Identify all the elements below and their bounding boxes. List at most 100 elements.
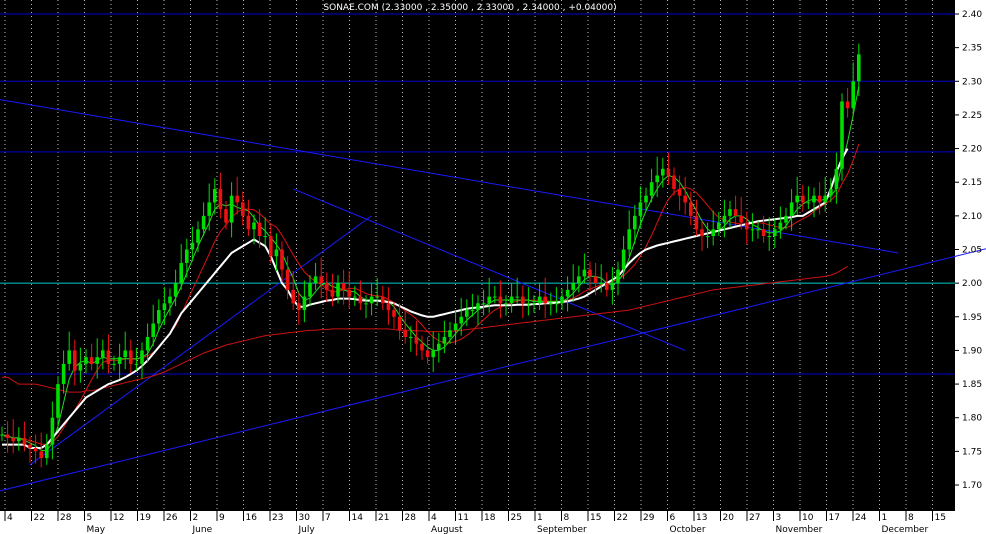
candle-body xyxy=(672,175,676,189)
candle-body xyxy=(515,296,519,298)
x-month-label: June xyxy=(192,525,213,534)
x-month-label: September xyxy=(537,525,587,534)
candle-body xyxy=(95,357,99,364)
candle-body xyxy=(313,276,318,284)
candle-body xyxy=(308,283,312,297)
x-tick-label: 10 xyxy=(802,513,814,523)
candle-body xyxy=(117,357,122,364)
candle-body xyxy=(73,350,77,371)
candle-body xyxy=(414,336,419,344)
candle-body xyxy=(28,444,32,448)
candle-body xyxy=(823,195,827,203)
candle-body xyxy=(17,437,21,442)
candle-body xyxy=(123,350,127,358)
candle-body xyxy=(493,296,497,298)
candle-body xyxy=(705,236,710,238)
candle-body xyxy=(504,303,508,305)
candle-body xyxy=(386,303,391,311)
candle-body xyxy=(381,296,385,304)
x-tick-label: 14 xyxy=(352,513,364,523)
candle-body xyxy=(140,350,144,364)
x-tick-label: 18 xyxy=(484,513,496,523)
candle-body xyxy=(341,283,346,290)
plot-background xyxy=(0,0,986,534)
candle-body xyxy=(425,350,430,358)
x-tick-label: 21 xyxy=(378,513,389,523)
y-tick-label: 1.80 xyxy=(962,414,982,424)
candle-body xyxy=(621,249,626,270)
candle-body xyxy=(683,195,687,203)
candle-body xyxy=(627,229,631,250)
candle-body xyxy=(50,417,55,445)
x-tick-label: 30 xyxy=(299,513,311,523)
candle-body xyxy=(750,229,755,231)
candle-body xyxy=(235,195,239,203)
candle-body xyxy=(577,276,581,284)
candle-body xyxy=(773,229,777,237)
candle-body xyxy=(397,316,402,331)
candle-body xyxy=(834,168,839,189)
candle-body xyxy=(700,229,704,237)
candle-body xyxy=(711,229,715,237)
y-tick-label: 2.00 xyxy=(962,279,982,289)
x-tick-label: 12 xyxy=(113,513,124,523)
candle-body xyxy=(560,296,564,304)
candle-body xyxy=(666,168,671,176)
x-tick-label: 8 xyxy=(564,513,570,523)
candle-body xyxy=(453,323,458,331)
candle-body xyxy=(89,357,94,364)
candle-body xyxy=(840,101,844,169)
candle-body xyxy=(795,195,799,203)
x-tick-label: 1 xyxy=(537,513,543,523)
candle-body xyxy=(5,434,10,438)
candle-body xyxy=(661,168,665,176)
candle-body xyxy=(739,215,743,223)
candle-body xyxy=(241,202,245,216)
x-tick-label: 1 xyxy=(882,513,888,523)
candle-body xyxy=(134,363,139,365)
candle-body xyxy=(733,209,738,216)
candle-body xyxy=(179,262,183,284)
candle-body xyxy=(599,283,603,285)
candle-body xyxy=(213,188,217,203)
candle-body xyxy=(694,215,699,230)
candle-body xyxy=(168,296,172,304)
candle-body xyxy=(745,222,749,230)
candle-body xyxy=(543,296,547,304)
x-tick-label: 8 xyxy=(908,513,914,523)
candle-body xyxy=(257,222,262,237)
candle-body xyxy=(593,276,598,284)
y-tick-label: 1.90 xyxy=(962,346,982,356)
candle-body xyxy=(638,202,643,216)
candle-body xyxy=(61,363,66,385)
candle-body xyxy=(112,363,116,365)
stock-chart: 2.40 2.35 2.30 2.25 2.20 2.15 2.10 2.05 2.00 1.95… xyxy=(0,0,986,534)
candle-body xyxy=(431,350,435,358)
candle-body xyxy=(801,195,805,203)
candle-body xyxy=(263,236,267,238)
candle-body xyxy=(229,195,234,223)
candle-body xyxy=(106,350,111,364)
candle-body xyxy=(207,202,211,216)
candle-body xyxy=(403,330,407,337)
x-tick-label: 9 xyxy=(219,513,225,523)
x-tick-label: 25 xyxy=(511,513,522,523)
candle-body xyxy=(297,303,301,311)
candle-body xyxy=(789,202,794,216)
candle-body xyxy=(157,310,161,324)
x-month-label: May xyxy=(87,525,106,534)
candle-body xyxy=(336,283,340,297)
candle-body xyxy=(481,303,486,305)
candle-body xyxy=(476,303,480,311)
candle-body xyxy=(302,296,307,311)
x-tick-label: 27 xyxy=(749,513,760,523)
candle-body xyxy=(644,195,648,203)
x-tick-label: 15 xyxy=(935,513,946,523)
candle-body xyxy=(498,296,503,304)
chart-title: SONAE.COM (2.33000 , 2.35000 , 2.33000 ,… xyxy=(323,3,616,13)
candle-body xyxy=(375,296,379,298)
candle-body xyxy=(67,350,71,364)
candle-body xyxy=(761,229,766,237)
y-tick-label: 1.85 xyxy=(962,380,982,390)
x-tick-label: 29 xyxy=(643,513,655,523)
